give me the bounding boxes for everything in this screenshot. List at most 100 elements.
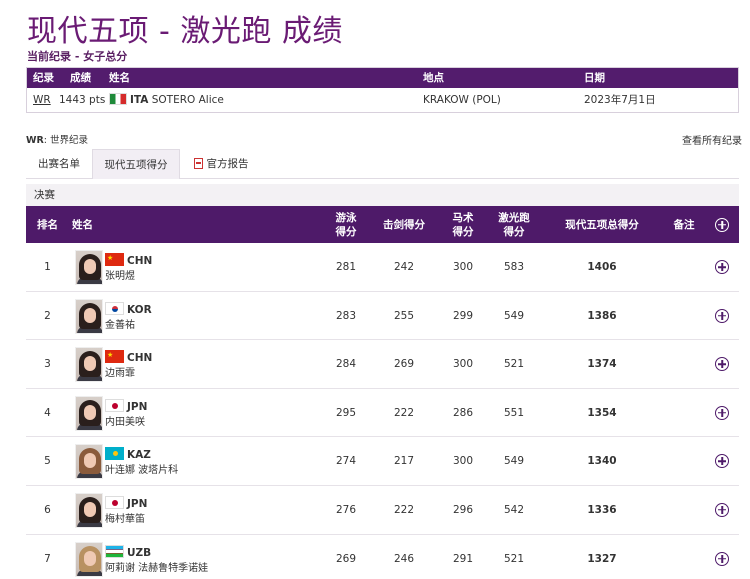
tab-start-list[interactable]: 出赛名单 — [26, 149, 92, 179]
row-athlete-name: 张明煜 — [105, 271, 135, 282]
jpn-flag-icon — [105, 495, 124, 509]
table-row[interactable]: 3 CHN 边雨霏 284 269 300 521 1374 — [26, 340, 739, 389]
record-header-record: 纪录 — [33, 72, 54, 84]
row-riding: 286 — [452, 406, 474, 419]
table-row[interactable]: 7 UZB 阿莉谢 法赫鲁特季诺娃 269 246 291 521 1327 — [26, 535, 739, 579]
row-expand-control[interactable] — [712, 486, 732, 534]
table-row[interactable]: 2 KOR 金善祐 283 255 299 549 1386 — [26, 292, 739, 341]
row-noc: CHN — [127, 255, 153, 267]
plus-circle-icon — [715, 260, 729, 274]
athlete-photo — [75, 250, 103, 285]
row-total: 1327 — [587, 552, 617, 565]
athlete-name-block[interactable]: KOR 金善祐 — [105, 301, 152, 333]
athlete-name-block[interactable]: CHN 张明煜 — [105, 253, 152, 284]
athlete-photo — [75, 298, 103, 334]
row-swim: 295 — [335, 406, 357, 419]
tab-official-report-label: 官方报告 — [206, 158, 249, 170]
row-expand-control[interactable] — [712, 437, 732, 485]
row-swim: 269 — [335, 552, 357, 565]
row-total: 1406 — [587, 261, 617, 273]
plus-circle-icon — [715, 217, 729, 232]
row-noc: KOR — [127, 303, 152, 316]
row-fencing: 222 — [393, 503, 415, 516]
plus-circle-icon — [715, 357, 729, 372]
row-athlete-name: 内田美咲 — [105, 416, 145, 428]
row-fencing: 222 — [393, 406, 415, 419]
row-total: 1336 — [587, 503, 617, 516]
plus-circle-icon — [715, 405, 729, 420]
col-notes: 备注 — [673, 218, 695, 231]
col-riding: 马术 得分 — [443, 206, 483, 243]
record-row: WR 1443 pts ITA SOTERO Alice KRAKOW (POL… — [27, 88, 738, 112]
row-athlete-name: 边雨霏 — [105, 368, 135, 380]
record-location: KRAKOW (POL) — [423, 94, 501, 106]
kaz-flag-icon — [105, 447, 124, 461]
athlete-name-block[interactable]: CHN 边雨霏 — [105, 350, 152, 381]
expand-all-control[interactable] — [712, 206, 732, 243]
row-laser-run: 521 — [503, 358, 525, 371]
row-rank: 6 — [44, 503, 51, 516]
athlete-photo — [75, 347, 103, 383]
jpn-flag-icon — [105, 398, 124, 412]
record-athlete[interactable]: ITA SOTERO Alice — [109, 88, 224, 112]
record-athlete-name: SOTERO Alice — [151, 94, 224, 106]
row-laser-run: 549 — [503, 455, 525, 468]
tab-pentathlon-points[interactable]: 现代五项得分 — [92, 149, 180, 179]
record-header-name: 姓名 — [109, 72, 130, 84]
row-expand-control[interactable] — [712, 292, 732, 340]
row-expand-control[interactable] — [712, 340, 732, 388]
row-noc: CHN — [127, 352, 153, 365]
results-header: 排名 姓名 游泳 得分 击剑得分 马术 得分 激光跑 得分 现代五项总得分 备注 — [26, 206, 739, 243]
row-riding: 296 — [452, 503, 474, 516]
record-header-date: 日期 — [584, 72, 605, 84]
record-header-score: 成绩 — [70, 72, 91, 84]
uzb-flag-icon — [105, 544, 124, 558]
row-expand-control[interactable] — [712, 243, 732, 291]
table-row[interactable]: 6 JPN 梅村華笛 276 222 296 542 1336 — [26, 486, 739, 535]
athlete-name-block[interactable]: JPN 内田美咲 — [105, 398, 148, 430]
tab-official-report[interactable]: 官方报告 — [180, 149, 262, 179]
col-laser-line1: 激光跑 — [498, 211, 530, 224]
pdf-icon — [193, 158, 203, 169]
row-riding: 300 — [452, 261, 474, 273]
table-row[interactable]: 5 KAZ 叶连娜 波塔片科 274 217 300 549 1340 — [26, 437, 739, 486]
results-table-body: 1 CHN 张明煜 281 242 300 583 1406 2 KOR 金善祐 283 255 299 5… — [26, 243, 739, 579]
row-total: 1374 — [587, 358, 617, 371]
athlete-name-block[interactable]: UZB 阿莉谢 法赫鲁特季诺娃 — [105, 544, 208, 576]
table-row[interactable]: 1 CHN 张明煜 281 242 300 583 1406 — [26, 243, 739, 292]
row-rank: 7 — [44, 552, 51, 565]
record-table: 纪录 成绩 姓名 地点 日期 WR 1443 pts ITA SOTERO Al… — [26, 67, 739, 113]
col-total: 现代五项总得分 — [565, 218, 639, 231]
record-type-link[interactable]: WR — [33, 88, 51, 112]
col-riding-line1: 马术 — [452, 211, 474, 224]
athlete-name-block[interactable]: KAZ 叶连娜 波塔片科 — [105, 447, 178, 478]
col-fencing: 击剑得分 — [383, 218, 425, 231]
row-noc: JPN — [127, 400, 148, 413]
row-rank: 4 — [44, 406, 51, 419]
row-expand-control[interactable] — [712, 389, 732, 437]
row-swim: 281 — [335, 261, 357, 273]
section-final: 决赛 — [26, 184, 739, 206]
row-noc: KAZ — [127, 449, 151, 462]
row-noc: JPN — [127, 497, 148, 510]
record-date: 2023年7月1日 — [584, 94, 656, 106]
row-total: 1340 — [587, 455, 617, 468]
chn-flag-icon — [105, 253, 124, 266]
row-riding: 300 — [452, 358, 474, 371]
row-rank: 2 — [44, 309, 51, 322]
row-noc: UZB — [127, 546, 152, 559]
view-all-records-link[interactable]: 查看所有纪录 — [682, 132, 742, 147]
athlete-photo — [75, 492, 103, 528]
col-laser-run: 激光跑 得分 — [489, 206, 539, 243]
row-fencing: 255 — [393, 309, 415, 322]
row-total: 1386 — [587, 309, 617, 322]
athlete-name-block[interactable]: JPN 梅村華笛 — [105, 495, 148, 527]
plus-circle-icon — [715, 454, 729, 469]
record-table-header: 纪录 成绩 姓名 地点 日期 — [27, 68, 738, 88]
row-total: 1354 — [587, 406, 617, 419]
row-fencing: 246 — [393, 552, 415, 565]
col-laser-line2: 得分 — [503, 225, 525, 238]
table-row[interactable]: 4 JPN 内田美咲 295 222 286 551 1354 — [26, 389, 739, 438]
row-expand-control[interactable] — [712, 535, 732, 579]
page-subtitle: 当前纪录 - 女子总分 — [27, 50, 128, 63]
